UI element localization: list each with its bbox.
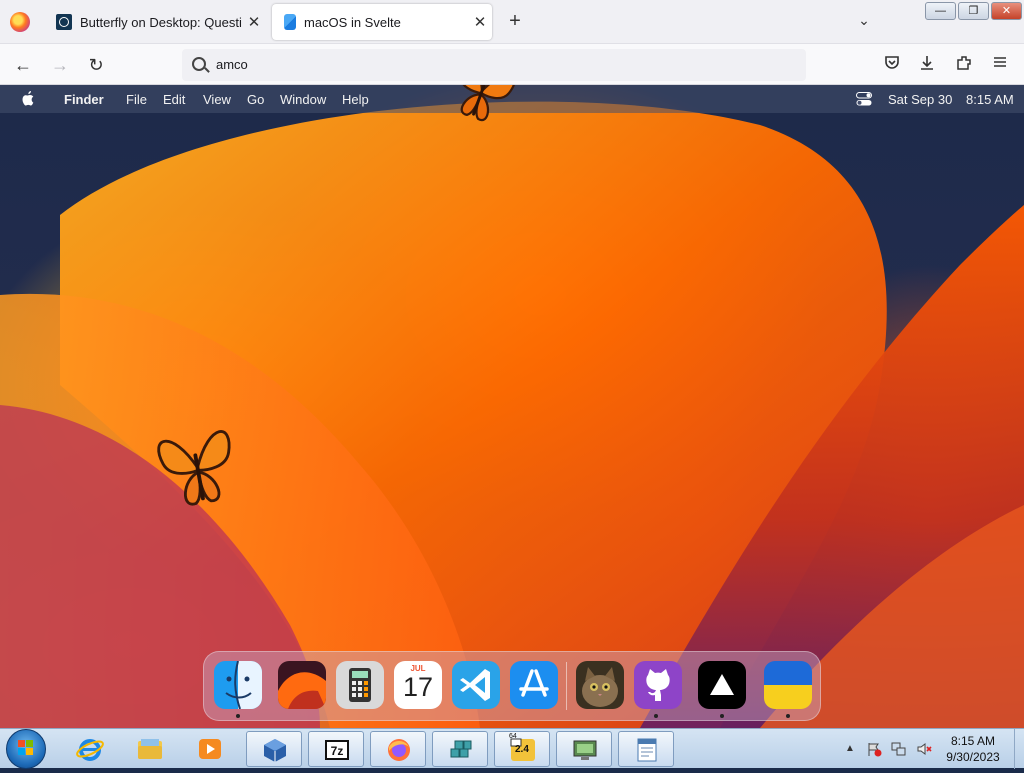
menu-file[interactable]: File: [126, 92, 147, 107]
extensions-icon[interactable]: [954, 54, 974, 74]
start-button[interactable]: [6, 729, 46, 769]
running-indicator: [786, 714, 790, 718]
action-center-flag-icon[interactable]: [866, 741, 882, 757]
forward-button[interactable]: →: [47, 52, 73, 78]
show-desktop-button[interactable]: [1014, 729, 1024, 769]
running-indicator: [236, 714, 240, 718]
media-player-icon[interactable]: [182, 731, 238, 767]
virtualbox-icon[interactable]: [246, 731, 302, 767]
questions-favicon-icon: [56, 14, 72, 30]
pocket-icon[interactable]: [882, 54, 902, 74]
ukraine-flag-icon[interactable]: [764, 661, 812, 709]
running-indicator: [720, 714, 724, 718]
menu-help[interactable]: Help: [342, 92, 369, 107]
dock-separator: [566, 662, 567, 710]
tab-butterfly-questions[interactable]: Butterfly on Desktop: Questions ✕: [44, 4, 266, 40]
show-hidden-icons-button[interactable]: ▲: [845, 743, 855, 754]
menu-app-name[interactable]: Finder: [64, 92, 104, 107]
ventura-wallpaper: [0, 101, 1024, 728]
restore-button[interactable]: ❐: [958, 2, 989, 20]
firefox-icon[interactable]: [370, 731, 426, 767]
calendar-day: 17: [402, 672, 434, 702]
internet-explorer-icon[interactable]: [62, 731, 118, 767]
app-store-icon[interactable]: [510, 661, 558, 709]
network-icon[interactable]: [891, 741, 907, 757]
hamburger-menu-icon[interactable]: [990, 54, 1010, 74]
device-manager-icon[interactable]: [556, 731, 612, 767]
file-explorer-icon[interactable]: [122, 731, 178, 767]
tab-macos-svelte[interactable]: macOS in Svelte ✕: [272, 4, 492, 40]
finder-icon[interactable]: [214, 661, 262, 709]
close-tab-icon[interactable]: ✕: [468, 13, 492, 31]
windows-taskbar: 7z ▲ 8:15 AM 9/30/2023: [0, 728, 1024, 769]
calendar-icon[interactable]: JUL 17: [394, 661, 442, 709]
url-bar[interactable]: amco: [182, 49, 806, 81]
macos-desktop: Finder File Edit View Go Window Help Sat…: [0, 85, 1024, 728]
clock-time[interactable]: 8:15 AM: [940, 734, 1006, 748]
firefox-view-icon[interactable]: [10, 12, 30, 32]
apple-logo-icon[interactable]: [20, 90, 36, 108]
volume-muted-icon[interactable]: [916, 741, 932, 757]
vercel-icon[interactable]: [698, 661, 746, 709]
minimize-button[interactable]: —: [925, 2, 956, 20]
back-button[interactable]: ←: [10, 52, 36, 78]
url-input[interactable]: amco: [216, 57, 248, 72]
search-icon: [192, 57, 206, 71]
control-center-icon[interactable]: [856, 92, 872, 106]
macos-dock: JUL 17: [203, 651, 821, 721]
menu-window[interactable]: Window: [280, 92, 326, 107]
list-all-tabs-chevron-icon[interactable]: ⌄: [852, 12, 876, 32]
reload-button[interactable]: ↻: [83, 52, 109, 78]
menu-view[interactable]: View: [203, 92, 231, 107]
butterfly-icon[interactable]: [141, 403, 255, 533]
7zip-icon[interactable]: 7z: [308, 731, 364, 767]
menu-time[interactable]: 8:15 AM: [966, 92, 1014, 107]
cat-photo-icon[interactable]: [576, 661, 624, 709]
running-indicator: [654, 714, 658, 718]
browser-tab-bar: Butterfly on Desktop: Questions ✕ macOS …: [0, 0, 1024, 44]
menu-date[interactable]: Sat Sep 30: [888, 92, 952, 107]
clock-date[interactable]: 9/30/2023: [940, 750, 1006, 764]
close-tab-icon[interactable]: ✕: [242, 13, 266, 31]
vscode-icon[interactable]: [452, 661, 500, 709]
new-tab-button[interactable]: +: [503, 10, 527, 34]
svg-text:7z: 7z: [331, 744, 344, 758]
wordpad-icon[interactable]: [618, 731, 674, 767]
cpu-z-icon[interactable]: [494, 731, 550, 767]
registry-cubes-icon[interactable]: [432, 731, 488, 767]
close-window-button[interactable]: ✕: [991, 2, 1022, 20]
browser-nav-bar: ← → ↻ amco: [0, 44, 1024, 85]
download-icon[interactable]: [917, 54, 937, 74]
menu-edit[interactable]: Edit: [163, 92, 185, 107]
tab-title: Butterfly on Desktop: Questions: [80, 14, 242, 30]
macos-ventura-wallpaper-icon[interactable]: [278, 661, 326, 709]
svelte-favicon-icon: [284, 14, 296, 30]
menu-go[interactable]: Go: [247, 92, 264, 107]
github-icon[interactable]: [634, 661, 682, 709]
tab-title: macOS in Svelte: [304, 14, 401, 30]
calculator-icon[interactable]: [336, 661, 384, 709]
